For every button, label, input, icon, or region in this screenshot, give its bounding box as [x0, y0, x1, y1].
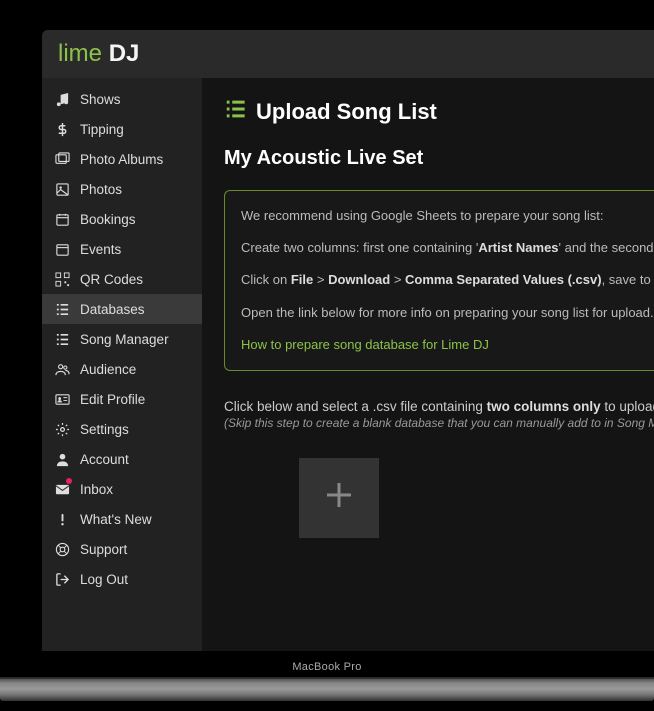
qr-icon — [54, 271, 70, 287]
app-logo: lime DJ — [58, 40, 638, 68]
sidebar-item-account[interactable]: Account — [42, 444, 202, 474]
sidebar-item-databases[interactable]: Databases — [42, 294, 202, 324]
sidebar-item-bookings[interactable]: Bookings — [42, 204, 202, 234]
sidebar-item-label: Tipping — [80, 122, 124, 137]
sidebar-item-label: Events — [80, 242, 121, 257]
main-content: Upload Song List My Acoustic Live Set We… — [202, 78, 654, 651]
sidebar-item-label: Edit Profile — [80, 392, 145, 407]
sidebar-nav: Shows Tipping Photo Albums Photos Bookin — [42, 78, 202, 651]
sidebar-item-label: Shows — [80, 92, 121, 107]
upload-instruction-sub: (Skip this step to create a blank databa… — [224, 416, 654, 430]
sidebar-item-label: What's New — [80, 512, 152, 527]
music-note-icon — [54, 91, 70, 107]
sidebar-item-qr-codes[interactable]: QR Codes — [42, 264, 202, 294]
sidebar-item-audience[interactable]: Audience — [42, 354, 202, 384]
sidebar-item-inbox[interactable]: Inbox — [42, 474, 202, 504]
info-line-3: Click on File > Download > Comma Separat… — [241, 271, 654, 289]
sidebar-item-whats-new[interactable]: What's New — [42, 504, 202, 534]
dollar-icon — [54, 121, 70, 137]
sidebar-item-settings[interactable]: Settings — [42, 414, 202, 444]
users-icon — [54, 361, 70, 377]
sidebar-item-label: Settings — [80, 422, 129, 437]
sidebar-item-label: Photos — [80, 182, 122, 197]
envelope-icon — [54, 481, 70, 497]
info-line-4: Open the link below for more info on pre… — [241, 304, 654, 322]
id-card-icon — [54, 391, 70, 407]
sidebar-item-events[interactable]: Events — [42, 234, 202, 264]
page-title-row: Upload Song List — [224, 98, 654, 125]
info-line-2: Create two columns: first one containing… — [241, 239, 654, 257]
sidebar-item-label: Account — [80, 452, 129, 467]
sidebar-item-label: Databases — [80, 302, 145, 317]
app-header: lime DJ — [42, 30, 654, 78]
sidebar-item-song-manager[interactable]: Song Manager — [42, 324, 202, 354]
list-icon — [224, 98, 246, 125]
images-icon — [54, 151, 70, 167]
image-icon — [54, 181, 70, 197]
info-help-link[interactable]: How to prepare song database for Lime DJ — [241, 337, 489, 352]
sidebar-item-label: Inbox — [80, 482, 113, 497]
logo-part2: DJ — [109, 40, 140, 67]
laptop-base — [0, 679, 654, 701]
exclamation-icon — [54, 511, 70, 527]
sidebar-item-label: Audience — [80, 362, 136, 377]
calendar-icon — [54, 211, 70, 227]
upload-instruction: Click below and select a .csv file conta… — [224, 399, 654, 414]
sidebar-item-shows[interactable]: Shows — [42, 84, 202, 114]
logo-part1: lime — [58, 40, 102, 67]
sidebar-item-label: QR Codes — [80, 272, 143, 287]
sidebar-item-tipping[interactable]: Tipping — [42, 114, 202, 144]
logout-icon — [54, 571, 70, 587]
sidebar-item-label: Log Out — [80, 572, 128, 587]
upload-file-button[interactable] — [299, 458, 379, 538]
device-label: MacBook Pro — [0, 661, 654, 673]
page-subtitle: My Acoustic Live Set — [224, 147, 654, 170]
sidebar-item-label: Song Manager — [80, 332, 169, 347]
sidebar-item-photo-albums[interactable]: Photo Albums — [42, 144, 202, 174]
list-icon — [54, 301, 70, 317]
sidebar-item-logout[interactable]: Log Out — [42, 564, 202, 594]
calendar-blank-icon — [54, 241, 70, 257]
sidebar-item-photos[interactable]: Photos — [42, 174, 202, 204]
plus-icon — [321, 477, 357, 518]
list-icon — [54, 331, 70, 347]
life-ring-icon — [54, 541, 70, 557]
sidebar-item-label: Photo Albums — [80, 152, 163, 167]
sidebar-item-label: Support — [80, 542, 127, 557]
sidebar-item-support[interactable]: Support — [42, 534, 202, 564]
page-title: Upload Song List — [256, 99, 437, 125]
gear-icon — [54, 421, 70, 437]
info-panel: We recommend using Google Sheets to prep… — [224, 190, 654, 371]
sidebar-item-label: Bookings — [80, 212, 136, 227]
sidebar-item-edit-profile[interactable]: Edit Profile — [42, 384, 202, 414]
user-icon — [54, 451, 70, 467]
info-line-1: We recommend using Google Sheets to prep… — [241, 207, 654, 225]
